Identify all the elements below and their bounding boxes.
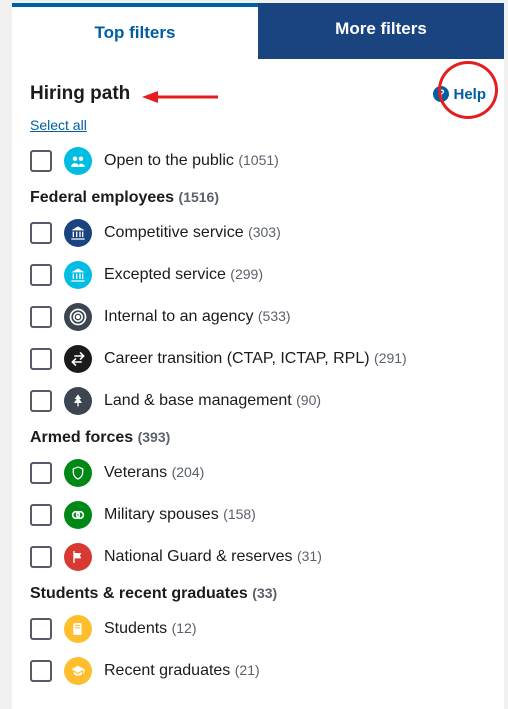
filter-recent-graduates: Recent graduates (21) bbox=[30, 657, 486, 685]
filter-land-base: Land & base management (90) bbox=[30, 387, 486, 415]
filter-panel: Hiring path ? Help Select all Open to th… bbox=[12, 59, 504, 709]
checkbox-students[interactable] bbox=[30, 618, 52, 640]
label: Open to the public (1051) bbox=[104, 152, 279, 170]
arrow-annotation-icon bbox=[140, 91, 220, 111]
label: Military spouses (158) bbox=[104, 506, 256, 524]
checkbox-military-spouses[interactable] bbox=[30, 504, 52, 526]
checkbox-open-to-public[interactable] bbox=[30, 150, 52, 172]
filter-military-spouses: Military spouses (158) bbox=[30, 501, 486, 529]
group-students: Students & recent graduates (33) bbox=[30, 585, 486, 603]
group-federal-employees: Federal employees (1516) bbox=[30, 189, 486, 207]
help-link[interactable]: ? Help bbox=[433, 86, 486, 103]
filter-veterans: Veterans (204) bbox=[30, 459, 486, 487]
filter-excepted-service: Excepted service (299) bbox=[30, 261, 486, 289]
checkbox-career-transition[interactable] bbox=[30, 348, 52, 370]
checkbox-competitive-service[interactable] bbox=[30, 222, 52, 244]
label: Career transition (CTAP, ICTAP, RPL) (29… bbox=[104, 350, 407, 368]
group-armed-forces: Armed forces (393) bbox=[30, 429, 486, 447]
help-icon: ? bbox=[433, 86, 449, 102]
tab-top-filters[interactable]: Top filters bbox=[12, 3, 258, 59]
label: National Guard & reserves (31) bbox=[104, 548, 322, 566]
label: Internal to an agency (533) bbox=[104, 308, 291, 326]
swap-arrows-icon bbox=[64, 345, 92, 373]
globe-people-icon bbox=[64, 147, 92, 175]
institution-icon bbox=[64, 219, 92, 247]
book-icon bbox=[64, 615, 92, 643]
filter-open-to-public: Open to the public (1051) bbox=[30, 147, 486, 175]
filter-students: Students (12) bbox=[30, 615, 486, 643]
filter-tabs: Top filters More filters bbox=[12, 3, 504, 59]
panel-title: Hiring path bbox=[30, 83, 130, 105]
checkbox-excepted-service[interactable] bbox=[30, 264, 52, 286]
filter-competitive-service: Competitive service (303) bbox=[30, 219, 486, 247]
target-icon bbox=[64, 303, 92, 331]
tab-more-filters[interactable]: More filters bbox=[258, 3, 504, 59]
filter-internal-agency: Internal to an agency (533) bbox=[30, 303, 486, 331]
label: Veterans (204) bbox=[104, 464, 204, 482]
label: Land & base management (90) bbox=[104, 392, 321, 410]
checkbox-national-guard[interactable] bbox=[30, 546, 52, 568]
checkbox-internal-agency[interactable] bbox=[30, 306, 52, 328]
checkbox-veterans[interactable] bbox=[30, 462, 52, 484]
filter-career-transition: Career transition (CTAP, ICTAP, RPL) (29… bbox=[30, 345, 486, 373]
label: Students (12) bbox=[104, 620, 197, 638]
tree-icon bbox=[64, 387, 92, 415]
select-all-link[interactable]: Select all bbox=[30, 117, 87, 133]
rings-icon bbox=[64, 501, 92, 529]
label: Recent graduates (21) bbox=[104, 662, 260, 680]
flag-icon bbox=[64, 543, 92, 571]
filter-national-guard: National Guard & reserves (31) bbox=[30, 543, 486, 571]
shield-icon bbox=[64, 459, 92, 487]
graduation-cap-icon bbox=[64, 657, 92, 685]
institution-icon bbox=[64, 261, 92, 289]
label: Competitive service (303) bbox=[104, 224, 281, 242]
label: Excepted service (299) bbox=[104, 266, 263, 284]
checkbox-land-base[interactable] bbox=[30, 390, 52, 412]
help-label: Help bbox=[453, 86, 486, 103]
checkbox-recent-graduates[interactable] bbox=[30, 660, 52, 682]
